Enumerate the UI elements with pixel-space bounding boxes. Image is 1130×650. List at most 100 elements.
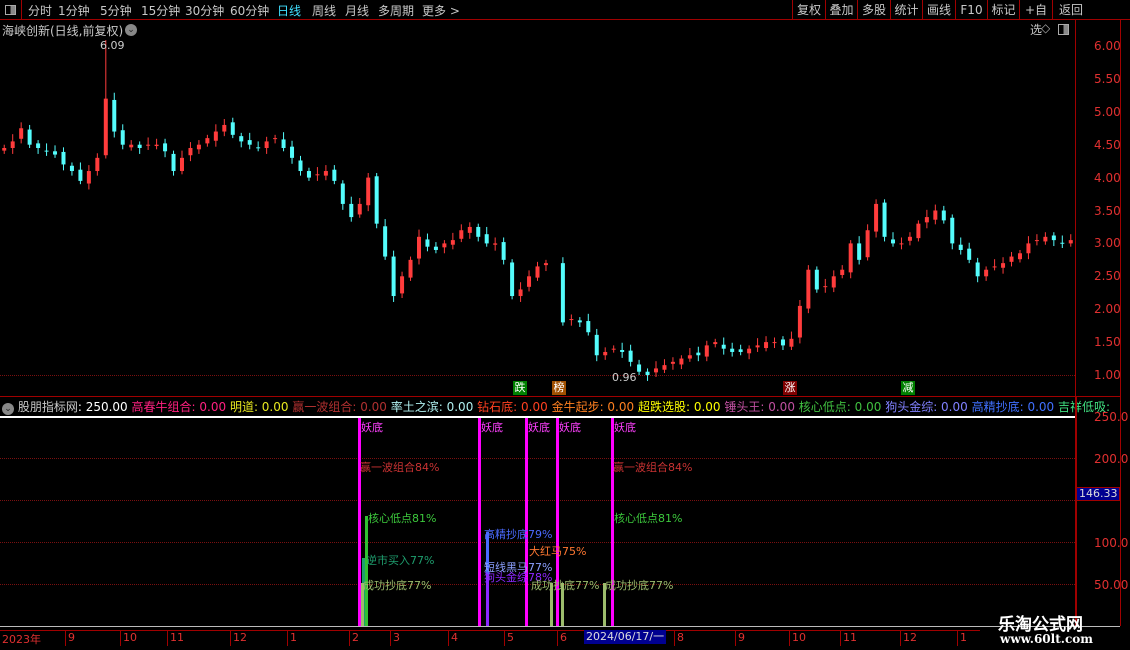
candle bbox=[882, 199, 887, 242]
high-label: 6.09 bbox=[100, 39, 125, 52]
tab-fenshi[interactable]: 分时 bbox=[28, 2, 52, 19]
date-tick: 5 bbox=[507, 631, 514, 644]
candle bbox=[171, 150, 176, 176]
candle bbox=[103, 40, 108, 159]
candle bbox=[840, 265, 845, 279]
toolbar: 分时 1分钟 5分钟 15分钟 30分钟 60分钟 日线 周线 月线 多周期 更… bbox=[0, 0, 1130, 37]
candle bbox=[933, 204, 938, 225]
price-tick: 3.00 bbox=[1094, 236, 1121, 251]
candle bbox=[1017, 249, 1022, 263]
ind-tick: 50.00 bbox=[1094, 578, 1129, 592]
indicator-value: : 250.00 bbox=[77, 400, 128, 414]
draw-button[interactable]: 画线 bbox=[922, 0, 955, 20]
candle bbox=[383, 219, 388, 260]
candle bbox=[146, 137, 151, 150]
tab-weekly[interactable]: 周线 bbox=[312, 2, 336, 19]
tab-multi-period[interactable]: 多周期 bbox=[378, 2, 414, 19]
candle bbox=[907, 232, 912, 246]
ind-tick: 100.0 bbox=[1094, 536, 1129, 550]
candle bbox=[967, 242, 972, 264]
price-tick: 4.00 bbox=[1094, 170, 1121, 185]
statistics-button[interactable]: 统计 bbox=[890, 0, 922, 20]
ind-tick: 200.0 bbox=[1094, 452, 1129, 466]
candle bbox=[738, 344, 743, 356]
candle bbox=[19, 122, 24, 144]
date-tick: 12 bbox=[233, 631, 247, 644]
indicator-legend: ⌄ 股朋指标网: 250.00 高春牛组合: 0.00 明道: 0.00 赢一波… bbox=[2, 398, 1110, 415]
candle bbox=[459, 224, 464, 243]
label-chenggong: 成功抄底77% bbox=[363, 579, 432, 592]
candle bbox=[527, 270, 532, 292]
candle bbox=[569, 314, 574, 326]
yaodi-label: 妖底 bbox=[614, 421, 636, 434]
restore-rights-button[interactable]: 复权 bbox=[792, 0, 825, 20]
legend-item: 明道: 0.00 bbox=[229, 400, 293, 414]
candle bbox=[789, 331, 794, 350]
legend-item: 高精抄底: 0.00 bbox=[971, 400, 1058, 414]
candle bbox=[179, 150, 184, 175]
price-tick: 2.50 bbox=[1094, 269, 1121, 284]
candle bbox=[467, 222, 472, 239]
candle bbox=[958, 237, 963, 255]
candlestick-chart[interactable] bbox=[0, 20, 1075, 396]
collapse-icon[interactable]: ⌄ bbox=[2, 403, 14, 415]
candle bbox=[357, 197, 362, 218]
tab-15min[interactable]: 15分钟 bbox=[141, 2, 180, 19]
candle bbox=[713, 338, 718, 348]
candle bbox=[349, 196, 354, 222]
price-tick: 1.50 bbox=[1094, 335, 1121, 350]
candle bbox=[450, 232, 455, 250]
date-tick: 8 bbox=[677, 631, 684, 644]
candle bbox=[755, 338, 760, 352]
candle bbox=[696, 346, 701, 362]
candle bbox=[645, 368, 650, 381]
candle bbox=[1051, 232, 1056, 247]
candle bbox=[188, 142, 193, 162]
price-tick: 4.50 bbox=[1094, 137, 1121, 152]
date-tick: 10 bbox=[792, 631, 806, 644]
back-button[interactable]: 返回 bbox=[1052, 0, 1120, 20]
label-gaojing: 高精抄底79% bbox=[484, 528, 553, 541]
candle bbox=[433, 242, 438, 254]
tab-60min[interactable]: 60分钟 bbox=[230, 2, 269, 19]
candle bbox=[112, 92, 117, 138]
date-tick: 2 bbox=[352, 631, 359, 644]
label-dahongma: 大红马75% bbox=[529, 545, 587, 558]
add-watchlist-button[interactable]: +自选 bbox=[1019, 0, 1052, 37]
candle bbox=[577, 317, 582, 327]
candle bbox=[391, 250, 396, 302]
candle bbox=[891, 232, 896, 247]
candle bbox=[831, 270, 836, 293]
candle bbox=[442, 240, 447, 254]
candle bbox=[747, 345, 752, 360]
candle bbox=[239, 132, 244, 148]
multi-stock-button[interactable]: 多股 bbox=[857, 0, 890, 20]
overlay-button[interactable]: 叠加 bbox=[825, 0, 857, 20]
legend-item: 锤头王: 0.00 bbox=[724, 400, 799, 414]
candle bbox=[857, 236, 862, 265]
candle bbox=[2, 144, 7, 154]
candle bbox=[501, 237, 506, 265]
candle bbox=[1009, 251, 1014, 267]
candle bbox=[36, 140, 41, 154]
indicator-name: 股朋指标网 bbox=[17, 400, 78, 414]
candle bbox=[264, 136, 269, 154]
candle bbox=[586, 313, 591, 336]
tab-more[interactable]: 更多 > bbox=[422, 2, 460, 19]
tab-monthly[interactable]: 月线 bbox=[345, 2, 369, 19]
mark-button[interactable]: 标记 bbox=[987, 0, 1019, 20]
tab-1min[interactable]: 1分钟 bbox=[58, 2, 90, 19]
candle bbox=[1001, 257, 1006, 274]
tab-30min[interactable]: 30分钟 bbox=[185, 2, 224, 19]
layout-toggle-icon[interactable] bbox=[0, 0, 22, 20]
tab-5min[interactable]: 5分钟 bbox=[100, 2, 132, 19]
tab-daily[interactable]: 日线 bbox=[277, 2, 301, 19]
candle bbox=[400, 271, 405, 299]
candle bbox=[637, 359, 642, 375]
candle bbox=[120, 124, 125, 150]
f10-button[interactable]: F10 bbox=[955, 0, 987, 20]
candle bbox=[704, 340, 709, 362]
candle bbox=[823, 278, 828, 293]
candle bbox=[679, 355, 684, 370]
candle bbox=[670, 357, 675, 370]
